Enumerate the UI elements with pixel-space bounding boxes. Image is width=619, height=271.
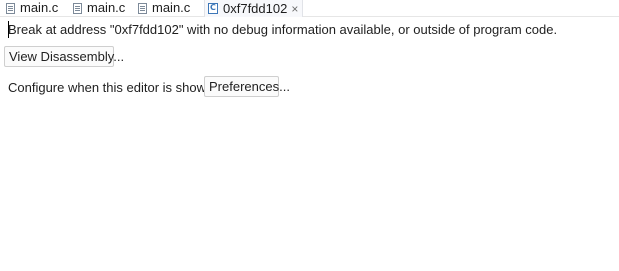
preferences-button[interactable]: Preferences... — [204, 76, 290, 97]
tab-label: main.c — [152, 0, 191, 15]
tab-main-c-3[interactable]: main.c — [138, 0, 190, 16]
disassembly-file-icon — [208, 2, 218, 14]
text-caret — [8, 21, 9, 38]
no-debug-info-message: Break at address "0xf7fdd102" with no de… — [8, 22, 558, 37]
c-file-icon — [73, 2, 82, 14]
editor-tab-bar: main.c main.c main.c 0xf7fdd102 × — [0, 0, 619, 17]
tab-0xf7fdd102[interactable]: 0xf7fdd102 × — [204, 0, 304, 17]
tab-main-c-1[interactable]: main.c — [6, 0, 58, 16]
tab-label: 0xf7fdd102 — [223, 0, 288, 16]
c-file-icon — [6, 2, 15, 14]
tab-label: main.c — [87, 0, 126, 15]
tab-main-c-2[interactable]: main.c — [73, 0, 125, 16]
configure-editor-label: Configure when this editor is shown — [8, 80, 214, 95]
c-file-icon — [138, 2, 147, 14]
view-disassembly-button[interactable]: View Disassembly... — [4, 46, 124, 67]
close-icon[interactable]: × — [291, 1, 298, 17]
tab-label: main.c — [20, 0, 59, 15]
